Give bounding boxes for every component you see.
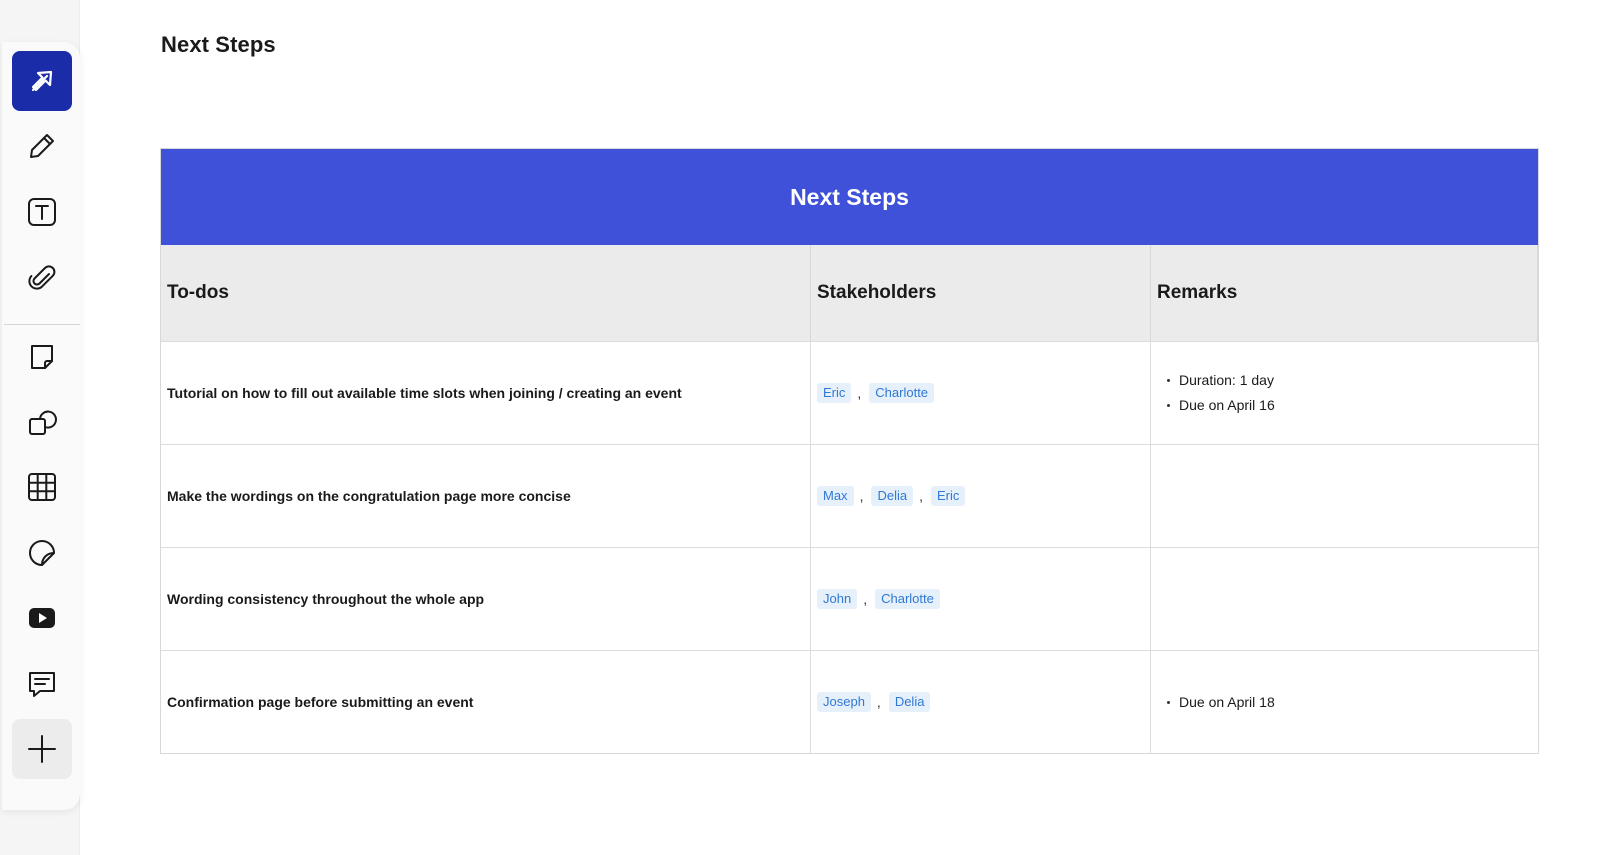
todo-text: Tutorial on how to fill out available ti… xyxy=(167,385,682,401)
remarks-list: Due on April 18 xyxy=(1157,690,1275,715)
app: Next Steps Next Steps To-dos Stakeholder… xyxy=(0,0,1600,855)
paperclip-icon xyxy=(28,265,56,290)
remark-item: Due on April 18 xyxy=(1167,690,1275,715)
separator: , xyxy=(859,488,864,504)
todo-cell[interactable]: Confirmation page before submitting an e… xyxy=(161,650,811,753)
separator: , xyxy=(919,488,923,504)
remarks-cell[interactable]: Duration: 1 day Due on April 16 xyxy=(1151,341,1538,444)
stakeholder-tag[interactable]: Joseph xyxy=(817,692,871,712)
plus-icon xyxy=(28,735,56,763)
shapes-icon xyxy=(29,410,57,435)
select-tool-button[interactable] xyxy=(12,51,72,111)
todo-cell[interactable]: Wording consistency throughout the whole… xyxy=(161,547,811,650)
video-tool-button[interactable] xyxy=(12,588,72,648)
header-remarks: Remarks xyxy=(1151,245,1538,341)
page-title: Next Steps xyxy=(161,32,276,57)
sticky-note-icon xyxy=(31,345,53,369)
video-icon xyxy=(29,608,55,628)
remarks-list: Duration: 1 day Due on April 16 xyxy=(1157,368,1275,418)
stakeholders-cell[interactable]: Max, Delia, Eric xyxy=(811,444,1151,547)
table-banner: Next Steps xyxy=(161,149,1538,245)
pencil-tool-button[interactable] xyxy=(12,116,72,176)
pencil-icon xyxy=(30,134,54,158)
todo-text: Make the wordings on the congratulation … xyxy=(167,488,571,504)
comment-tool-button[interactable] xyxy=(12,654,72,714)
stakeholder-tag[interactable]: Eric xyxy=(930,486,966,506)
todo-text: Confirmation page before submitting an e… xyxy=(167,694,474,710)
todo-text: Wording consistency throughout the whole… xyxy=(167,591,485,607)
table-tool-button[interactable] xyxy=(12,457,72,517)
stakeholder-tag[interactable]: Charlotte xyxy=(869,383,935,403)
remarks-cell[interactable] xyxy=(1151,444,1538,547)
left-toolbar xyxy=(2,42,80,810)
stakeholders-cell[interactable]: Joseph, Delia xyxy=(811,650,1151,753)
stakeholder-tag[interactable]: Charlotte xyxy=(875,589,940,609)
stakeholder-tag[interactable]: Delia xyxy=(888,692,931,712)
sticker-tool-button[interactable] xyxy=(12,523,72,583)
remarks-cell[interactable] xyxy=(1151,547,1538,650)
stakeholders-cell[interactable]: John, Charlotte xyxy=(811,547,1151,650)
shapes-tool-button[interactable] xyxy=(12,392,72,452)
remark-item: Duration: 1 day xyxy=(1167,368,1275,393)
stakeholder-tag[interactable]: Delia xyxy=(871,486,914,506)
remark-item: Due on April 16 xyxy=(1167,393,1275,418)
stakeholders-cell[interactable]: Eric, Charlotte xyxy=(811,341,1151,444)
table-icon xyxy=(28,473,56,501)
comment-icon xyxy=(29,672,55,697)
header-stakeholders: Stakeholders xyxy=(811,245,1151,341)
todo-cell[interactable]: Make the wordings on the congratulation … xyxy=(161,444,811,547)
header-todos: To-dos xyxy=(161,245,811,341)
next-steps-table[interactable]: Next Steps To-dos Stakeholders Remarks T… xyxy=(160,148,1539,754)
add-tool-button[interactable] xyxy=(12,719,72,779)
select-arrow-icon xyxy=(31,70,53,92)
remarks-cell[interactable]: Due on April 18 xyxy=(1151,650,1538,753)
separator: , xyxy=(863,591,868,607)
stakeholder-tag[interactable]: Eric xyxy=(817,383,852,403)
text-tool-button[interactable] xyxy=(12,182,72,242)
attachment-tool-button[interactable] xyxy=(12,247,72,307)
sticky-note-tool-button[interactable] xyxy=(12,327,72,387)
text-icon xyxy=(28,198,56,226)
stakeholder-tag[interactable]: Max xyxy=(817,486,854,506)
todo-cell[interactable]: Tutorial on how to fill out available ti… xyxy=(161,341,811,444)
stakeholder-tag[interactable]: John xyxy=(817,589,858,609)
separator: , xyxy=(857,385,862,401)
sticker-icon xyxy=(29,540,55,566)
separator: , xyxy=(876,694,881,710)
table-grid: To-dos Stakeholders Remarks Tutorial on … xyxy=(161,245,1538,753)
toolbar-divider xyxy=(4,324,80,325)
